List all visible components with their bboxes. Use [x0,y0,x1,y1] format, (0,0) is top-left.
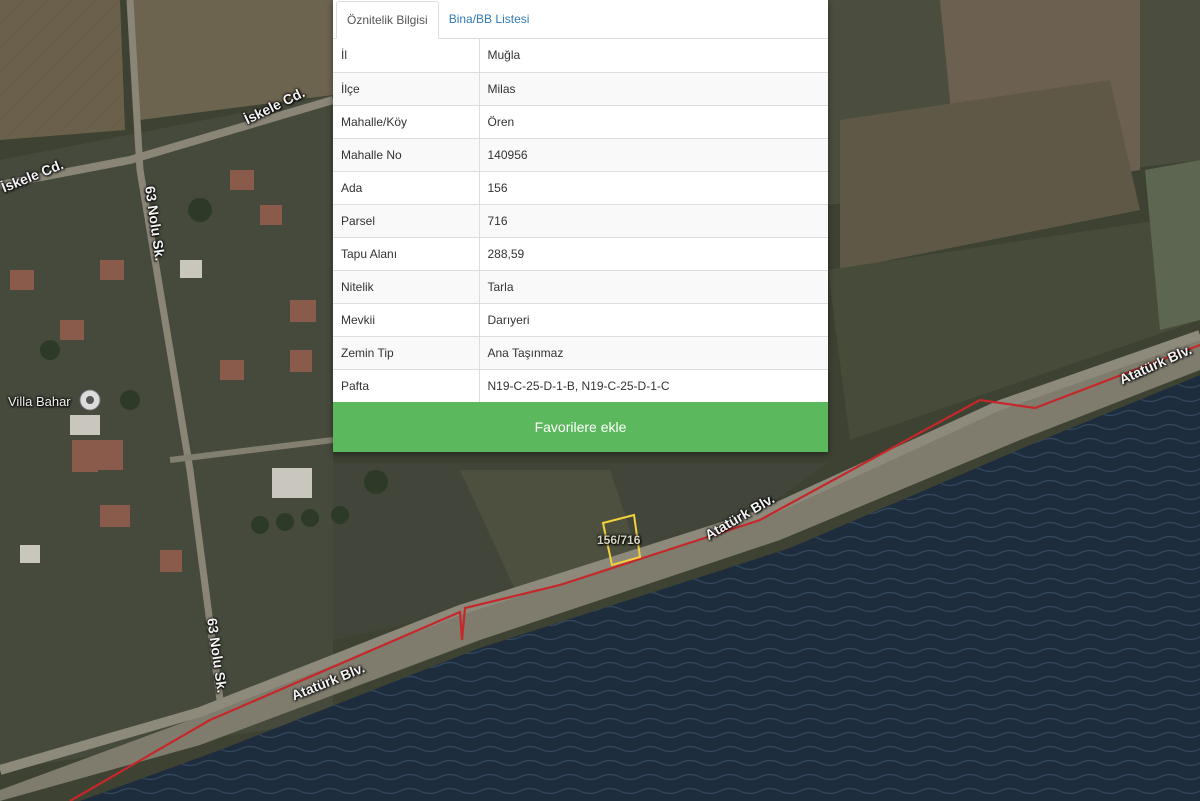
attr-value: N19-C-25-D-1-B, N19-C-25-D-1-C [479,368,828,402]
parcel-label: 156/716 [597,533,641,547]
location-pin-icon[interactable] [79,389,101,411]
table-row: Mahalle/Köy Ören [333,104,828,138]
attr-value: 156 [479,170,828,204]
attr-key: Pafta [333,368,480,402]
attr-key: Tapu Alanı [333,236,480,270]
poi-label[interactable]: Villa Bahar [8,394,71,409]
table-row: Mahalle No 140956 [333,137,828,171]
panel-tabs: Öznitelik Bilgisi Bina/BB Listesi [333,0,828,39]
table-row: Ada 156 [333,170,828,204]
table-row: Pafta N19-C-25-D-1-B, N19-C-25-D-1-C [333,368,828,402]
add-to-favorites-button[interactable]: Favorilere ekle [333,402,828,452]
attr-value: Muğla [487,48,521,63]
attr-key: Mevkii [333,302,480,336]
attr-key: Mahalle/Köy [333,104,480,138]
attr-value: 716 [479,203,828,237]
attr-value: 140956 [479,137,828,171]
attribute-table: İl Muğla İlçe Milas Mahalle/Köy Ören Mahall… [333,39,828,402]
table-row: İlçe Milas [333,71,828,105]
table-row: Nitelik Tarla [333,269,828,303]
attr-key: Parsel [333,203,480,237]
attr-key: İl [333,39,480,72]
attr-value: Tarla [479,269,828,303]
attr-key: Mahalle No [333,137,480,171]
attr-value: Darıyeri [479,302,828,336]
attr-key: Zemin Tip [333,335,480,369]
tab-oznitelik-bilgisi[interactable]: Öznitelik Bilgisi [336,1,439,39]
table-row: İl Muğla [333,39,828,72]
table-row: Parsel 716 [333,203,828,237]
attr-key: Ada [333,170,480,204]
table-row: Mevkii Darıyeri [333,302,828,336]
attr-key: İlçe [333,71,480,105]
attr-value: Ören [479,104,828,138]
attr-value: Ana Taşınmaz [479,335,828,369]
table-row: Zemin Tip Ana Taşınmaz [333,335,828,369]
attr-value: Milas [479,71,828,105]
parcel-info-panel: Öznitelik Bilgisi Bina/BB Listesi İl Muğl… [333,0,828,452]
table-row: Tapu Alanı 288,59 [333,236,828,270]
attr-key: Nitelik [333,269,480,303]
attr-value: 288,59 [479,236,828,270]
tab-bina-bb-listesi[interactable]: Bina/BB Listesi [439,1,540,38]
